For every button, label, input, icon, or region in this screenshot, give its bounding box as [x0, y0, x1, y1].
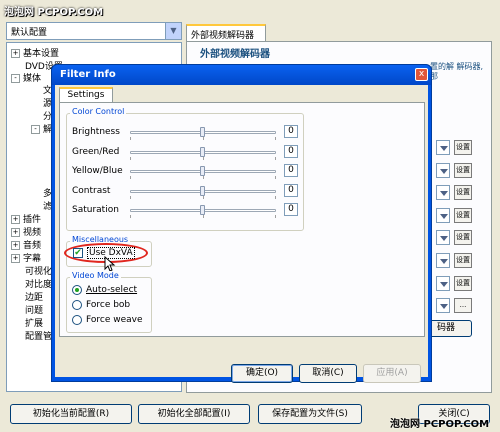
brightness-label: Brightness — [72, 127, 120, 137]
watermark-bottom: 泡泡网 PCPOP.COM — [390, 419, 490, 430]
force-weave-radio[interactable] — [72, 315, 82, 325]
tree-item[interactable]: 扩展 — [25, 319, 43, 330]
saturation-value[interactable]: 0 — [284, 203, 298, 216]
slider-tick — [275, 215, 276, 218]
yellow-blue-value[interactable]: 0 — [284, 164, 298, 177]
green-red-label: Green/Red — [72, 147, 120, 157]
auto-select-label[interactable]: Auto-select — [86, 285, 137, 295]
force-bob-label[interactable]: Force bob — [86, 300, 130, 310]
decoder-select[interactable] — [436, 276, 450, 291]
settings-button[interactable]: 设置 — [454, 163, 472, 178]
slider-tick — [203, 137, 204, 140]
decoder-select[interactable] — [436, 230, 450, 245]
slider-tick — [130, 196, 131, 199]
contrast-label: Contrast — [72, 186, 111, 196]
tree-item[interactable]: 问题 — [25, 306, 43, 317]
tree-item[interactable]: + 音频 — [11, 241, 41, 252]
brightness-value[interactable]: 0 — [284, 125, 298, 138]
apply-button[interactable]: 应用(A) — [363, 364, 421, 383]
decoder-select[interactable] — [436, 253, 450, 268]
init-all-config-button[interactable]: 初始化全部配置(I) — [138, 404, 250, 424]
dropdown-arrow-icon[interactable]: ▼ — [165, 23, 181, 39]
tree-item[interactable]: 边距 — [25, 293, 43, 304]
close-icon[interactable]: x — [415, 68, 428, 81]
slider-tick — [203, 176, 204, 179]
slider-tick — [203, 157, 204, 160]
yellow-blue-thumb[interactable] — [200, 166, 205, 176]
settings-button[interactable]: 设置 — [454, 208, 472, 223]
slider-tick — [130, 137, 131, 140]
video-mode-legend: Video Mode — [70, 271, 121, 280]
cancel-button[interactable]: 取消(C) — [299, 364, 357, 383]
more-button[interactable]: ... — [454, 298, 472, 313]
settings-button[interactable]: 设置 — [454, 230, 472, 245]
tree-item[interactable]: 对比度 — [25, 280, 52, 291]
decoder-select[interactable] — [436, 208, 450, 223]
green-red-value[interactable]: 0 — [284, 145, 298, 158]
slider-tick — [130, 176, 131, 179]
init-current-config-button[interactable]: 初始化当前配置(R) — [10, 404, 132, 424]
save-config-as-file-button[interactable]: 保存配置为文件(S) — [258, 404, 362, 424]
decoder-select[interactable] — [436, 298, 450, 313]
slider-tick — [130, 215, 131, 218]
brightness-thumb[interactable] — [200, 127, 205, 137]
auto-select-radio[interactable] — [72, 285, 82, 295]
slider-tick — [275, 157, 276, 160]
tab-external-video-decoder[interactable]: 外部视频解码器 — [186, 24, 266, 42]
profile-combo[interactable]: 默认配置 ▼ — [6, 22, 182, 40]
settings-button[interactable]: 设置 — [454, 276, 472, 291]
slider-tick — [275, 137, 276, 140]
slider-tick — [203, 196, 204, 199]
filter-info-dialog: Filter Info x Settings Color Control Bri… — [51, 64, 432, 383]
force-weave-label[interactable]: Force weave — [86, 315, 143, 325]
settings-button[interactable]: 设置 — [454, 185, 472, 200]
color-control-legend: Color Control — [70, 107, 127, 116]
decoder-select[interactable] — [436, 185, 450, 200]
yellow-blue-label: Yellow/Blue — [72, 166, 123, 176]
settings-button[interactable]: 设置 — [454, 140, 472, 155]
tree-item[interactable]: + 视频 — [11, 228, 41, 239]
force-bob-radio[interactable] — [72, 300, 82, 310]
saturation-thumb[interactable] — [200, 205, 205, 215]
dialog-title: Filter Info — [52, 65, 431, 85]
contrast-value[interactable]: 0 — [284, 184, 298, 197]
saturation-label: Saturation — [72, 205, 119, 215]
tree-item[interactable]: -解 — [31, 125, 52, 136]
slider-tick — [203, 215, 204, 218]
tree-item[interactable]: - 媒体 — [11, 74, 41, 85]
dialog-body: Settings Color Control Brightness 0 Gree… — [55, 85, 428, 383]
panel-title: 外部视频解码器 — [200, 49, 270, 60]
watermark-top: 泡泡网 PCPOP.COM — [4, 7, 104, 18]
use-dxva-checkbox[interactable]: ✔ — [73, 248, 83, 258]
contrast-thumb[interactable] — [200, 186, 205, 196]
tree-item[interactable]: + 字幕 — [11, 254, 41, 265]
slider-tick — [130, 157, 131, 160]
decoder-select[interactable] — [436, 140, 450, 155]
decoder-select[interactable] — [436, 163, 450, 178]
tree-item[interactable]: + 基本设置 — [11, 49, 59, 60]
profile-combo-value: 默认配置 — [11, 28, 48, 38]
panel-description: 置的解 解码器,那 — [430, 62, 484, 81]
green-red-thumb[interactable] — [200, 147, 205, 157]
ok-button[interactable]: 确定(O) — [231, 364, 293, 383]
settings-panel: Color Control Brightness 0 Green/Red 0 Y… — [59, 102, 425, 337]
tab-settings[interactable]: Settings — [59, 87, 113, 103]
settings-button[interactable]: 设置 — [454, 253, 472, 268]
cursor-icon — [104, 256, 116, 272]
slider-tick — [275, 176, 276, 179]
tree-item[interactable]: 配置管 — [25, 332, 52, 343]
tree-item[interactable]: + 插件 — [11, 215, 41, 226]
slider-tick — [275, 196, 276, 199]
tree-item[interactable]: 可视化 — [25, 267, 52, 278]
